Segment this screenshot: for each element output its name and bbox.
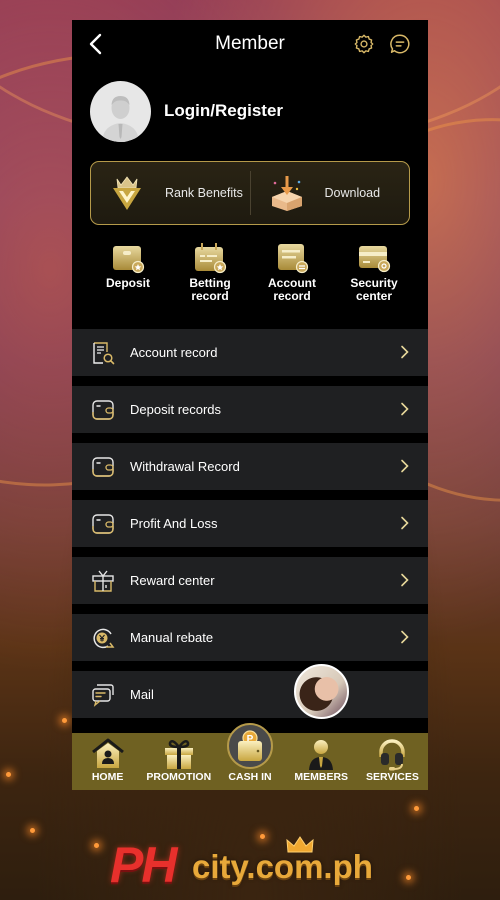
menu-label: Manual rebate	[130, 630, 214, 645]
user-silhouette-icon	[102, 95, 139, 142]
menu-item-withdrawal-record[interactable]: Withdrawal Record	[72, 443, 428, 490]
bottom-nav: HOME PROMOTION P CASH IN MEMBERS SERVICE…	[72, 723, 428, 790]
headset-icon	[379, 739, 406, 771]
calendar-icon	[195, 243, 227, 274]
menu-label: Withdrawal Record	[130, 459, 240, 474]
card-shield-icon	[359, 246, 391, 273]
gift-icon	[92, 570, 114, 592]
sparkle	[406, 875, 411, 880]
default-user-avatar[interactable]	[90, 80, 151, 142]
wallet-icon	[92, 456, 114, 477]
sparkle	[62, 718, 67, 723]
rank-benefits-label: Rank Benefits	[165, 186, 243, 200]
chevron-right-icon	[401, 573, 409, 587]
promo-card: Rank Benefits Download	[90, 161, 410, 225]
wallet-icon	[92, 399, 114, 420]
wallet-icon	[113, 246, 145, 274]
menu-label: Account record	[130, 345, 218, 360]
rank-benefits-button[interactable]: Rank Benefits	[91, 162, 250, 224]
chevron-right-icon	[401, 516, 409, 530]
nav-cash-in[interactable]: P CASH IN	[214, 723, 285, 790]
top-bar: Member	[72, 20, 428, 70]
chevron-right-icon	[401, 459, 409, 473]
menu-label: Deposit records	[130, 402, 222, 417]
sparkle	[414, 806, 419, 811]
menu-item-profit-and-loss[interactable]: Profit And Loss	[72, 500, 428, 547]
login-register-link[interactable]: Login/Register	[164, 101, 283, 121]
profile-section: Login/Register	[90, 80, 283, 142]
mail-chat-icon	[92, 683, 114, 707]
menu-label: Reward center	[130, 573, 215, 588]
nav-label: CASH IN	[228, 771, 272, 783]
menu-item-account-record[interactable]: Account record	[72, 329, 428, 376]
gear-icon[interactable]	[353, 33, 375, 55]
support-agent-avatar[interactable]	[294, 664, 349, 719]
chevron-right-icon	[401, 630, 409, 644]
nav-label: HOME	[91, 771, 124, 783]
sparkle	[94, 843, 99, 848]
menu-label: Mail	[130, 687, 154, 702]
gift-box-icon	[164, 739, 193, 769]
logo-ph-text: PH	[110, 837, 177, 893]
chevron-right-icon	[401, 345, 409, 359]
crown-icon	[286, 836, 314, 853]
download-button[interactable]: Download	[251, 162, 410, 224]
logo-domain-text: city.com.ph	[192, 848, 373, 885]
menu-list: Account record Deposit records Withdrawa…	[72, 329, 428, 728]
quick-account-record[interactable]: Account record	[251, 242, 333, 303]
quick-actions: Deposit Betting record Account record Se…	[72, 242, 428, 303]
home-user-icon	[91, 738, 124, 768]
brand-logo: PH city.com.ph	[100, 836, 400, 893]
sparkle	[6, 772, 11, 777]
quick-label: Betting record	[189, 276, 231, 303]
member-screen: Member Login/Register Rank Benefits Down…	[72, 20, 428, 790]
download-label: Download	[324, 186, 381, 200]
nav-label: SERVICES	[365, 771, 419, 783]
document-search-icon	[93, 341, 115, 364]
crown-v-badge-icon	[113, 176, 141, 210]
chat-bubble-icon[interactable]	[389, 33, 411, 55]
menu-item-mail[interactable]: Mail	[72, 671, 428, 718]
cash-in-circle: P	[227, 723, 273, 769]
quick-label: Deposit	[105, 276, 150, 290]
quick-betting-record[interactable]: Betting record	[169, 242, 251, 303]
menu-item-reward-center[interactable]: Reward center	[72, 557, 428, 604]
yen-refresh-icon	[93, 628, 115, 648]
nav-services[interactable]: SERVICES	[357, 733, 428, 790]
quick-deposit[interactable]: Deposit	[87, 242, 169, 303]
menu-label: Profit And Loss	[130, 516, 218, 531]
quick-security-center[interactable]: Security center	[333, 242, 415, 303]
wallet-icon	[92, 513, 114, 534]
sparkle	[30, 828, 35, 833]
quick-label: Security center	[350, 276, 398, 303]
member-person-icon	[309, 740, 334, 770]
document-icon	[278, 244, 309, 274]
chevron-right-icon	[401, 402, 409, 416]
menu-item-deposit-records[interactable]: Deposit records	[72, 386, 428, 433]
download-box-icon	[271, 176, 302, 211]
nav-label: MEMBERS	[294, 771, 349, 783]
nav-promotion[interactable]: PROMOTION	[143, 733, 214, 790]
nav-members[interactable]: MEMBERS	[286, 733, 357, 790]
menu-item-manual-rebate[interactable]: Manual rebate	[72, 614, 428, 661]
quick-label: Account record	[268, 276, 316, 303]
nav-label: PROMOTION	[146, 771, 212, 783]
nav-home[interactable]: HOME	[72, 733, 143, 790]
wallet-coin-icon: P	[238, 730, 262, 761]
